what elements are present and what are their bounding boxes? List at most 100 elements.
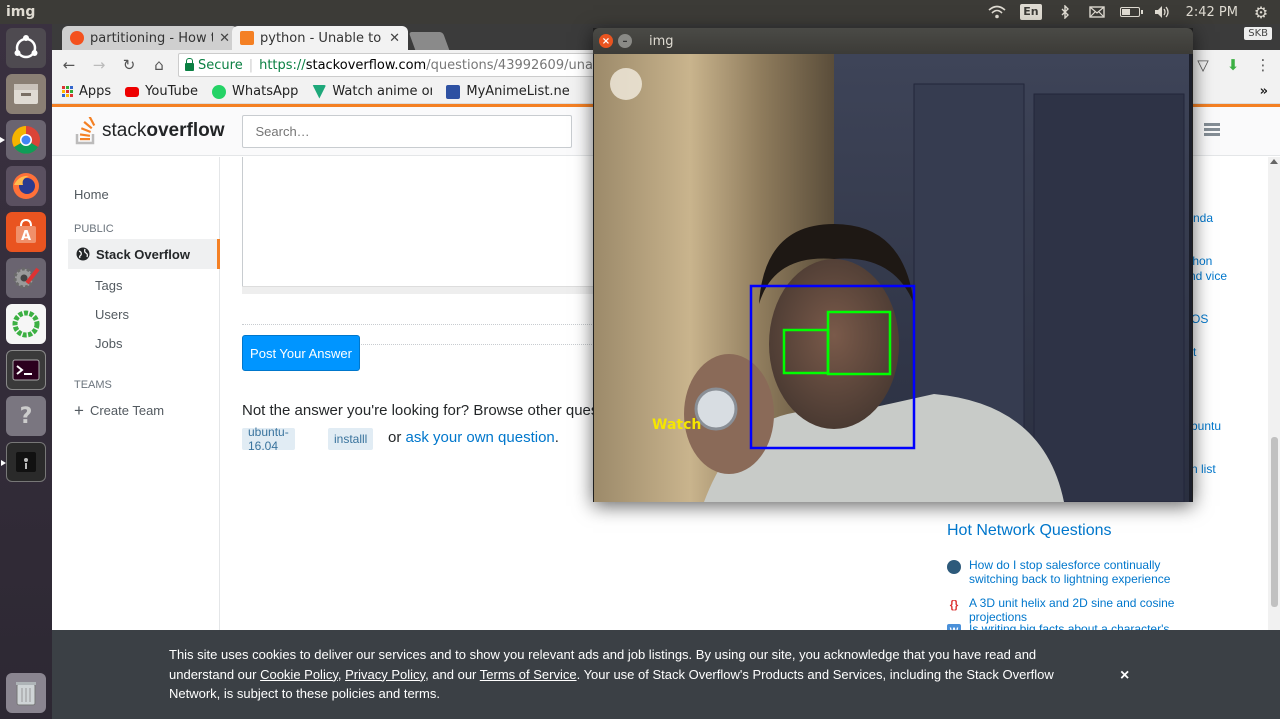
back-icon[interactable]: ← [58,54,80,76]
hnq-item: {} A 3D unit helix and 2D sine and cosin… [947,596,1237,624]
bluetooth-icon[interactable] [1056,4,1074,20]
files-icon[interactable] [6,74,46,114]
hot-network-questions-title[interactable]: Hot Network Questions [947,522,1112,540]
ask-question-line: or ask your own question. [388,429,559,446]
cookie-close-button[interactable]: × [1120,666,1129,686]
post-answer-button[interactable]: Post Your Answer [242,335,360,371]
tab-partitioning[interactable]: partitioning - How t ✕ [62,26,238,50]
scrollbar-thumb[interactable] [1271,437,1278,607]
bookmark-myanimelist[interactable]: MyAnimeList.ne [446,84,570,99]
linked-question-fragment[interactable]: buntu [1191,419,1221,433]
battery-icon[interactable] [1119,7,1143,17]
synapse-icon[interactable] [6,304,46,344]
secure-indicator[interactable]: Secure [185,57,243,73]
so-logo[interactable]: stackoverflow [74,117,224,145]
trash-icon[interactable] [6,673,46,713]
nav-users[interactable]: Users [95,307,129,322]
help-icon[interactable]: ? [6,396,46,436]
linked-question-fragment[interactable]: t [1193,345,1196,359]
plus-icon: + [74,400,84,420]
nav-jobs[interactable]: Jobs [95,336,122,351]
firefox-icon[interactable] [6,166,46,206]
whatsapp-icon [212,84,227,99]
bookmark-label: Watch anime on [332,84,433,99]
gear-icon[interactable]: ⚙ [1252,3,1270,22]
myanimelist-icon [446,84,461,99]
secure-label: Secure [198,57,243,73]
nav-create-team[interactable]: + Create Team [74,400,164,420]
logo-bold: overflow [146,120,225,141]
ask-question-link[interactable]: ask your own question [406,429,555,446]
software-center-icon[interactable]: A [6,212,46,252]
clock[interactable]: 2:42 PM [1186,5,1238,20]
mail-icon[interactable] [1088,4,1106,20]
bookmark-label: WhatsApp [232,84,299,99]
hnq-item: How do I stop salesforce continually swi… [947,558,1237,586]
img-window-titlebar[interactable]: × – img [593,28,1193,54]
volume-icon[interactable] [1154,4,1172,20]
bookmark-label: YouTube [145,84,199,99]
divider [242,324,602,325]
extension-download-icon[interactable]: ⬇ [1222,54,1244,76]
cookie-text-part: , and our [425,666,480,682]
reload-icon[interactable]: ↻ [118,54,140,76]
new-tab-button[interactable] [408,32,450,50]
chrome-menu-icon[interactable]: ⋮ [1252,54,1274,76]
url-separator: | [248,57,254,73]
wifi-icon[interactable] [988,4,1006,20]
watch-detection-label: Watch [652,417,701,433]
linked-question-fragment[interactable]: nda [1193,211,1213,225]
face-region [769,259,899,429]
active-window-title: img [6,4,36,20]
bookmark-watch-anime[interactable]: Watch anime on [312,84,432,99]
linked-question-fragment[interactable]: OS [1191,312,1208,326]
cookie-policy-link[interactable]: Cookie Policy [260,667,338,682]
webcam-frame: Watch [594,54,1192,502]
tab-close-icon[interactable]: ✕ [389,31,400,46]
tab-python[interactable]: python - Unable to u ✕ [232,26,408,50]
opencv-img-window[interactable]: × – img Watch [593,28,1193,502]
bookmarks-overflow-button[interactable]: » [1260,84,1268,99]
bookmark-whatsapp[interactable]: WhatsApp [212,84,298,99]
nav-home[interactable]: Home [74,187,109,202]
topbar-menu-icon[interactable] [1204,123,1220,141]
tab-close-icon[interactable]: ✕ [219,31,230,46]
editor-resize-grip[interactable] [242,286,602,294]
ask-period: . [554,429,559,446]
so-search-input[interactable] [242,114,573,148]
globe-icon [76,247,90,261]
or-text: or [388,429,402,446]
tag-installl[interactable]: installl [328,428,374,450]
nav-stack-overflow[interactable]: Stack Overflow [68,239,220,269]
privacy-policy-link[interactable]: Privacy Policy [345,667,425,682]
logo-regular: stack [102,120,147,141]
nav-section-public: PUBLIC [74,223,114,235]
hnq-link[interactable]: A 3D unit helix and 2D sine and cosine p… [969,596,1229,624]
terminal-icon[interactable] [6,350,46,390]
pocket-icon[interactable]: ▽ [1192,54,1214,76]
hnq-link[interactable]: How do I stop salesforce continually swi… [969,558,1209,586]
terms-of-service-link[interactable]: Terms of Service [480,667,577,682]
apps-grid-icon [62,86,73,97]
tag-ubuntu-1604[interactable]: ubuntu-16.04 [242,425,295,453]
system-settings-icon[interactable] [6,258,46,298]
nav-tags[interactable]: Tags [95,278,122,293]
home-icon[interactable]: ⌂ [148,54,170,76]
python-img-app-icon[interactable] [1,442,46,482]
answer-editor[interactable] [242,157,602,289]
so-logo-icon [75,117,96,145]
bookmark-apps[interactable]: Apps [62,84,111,99]
forward-icon[interactable]: → [88,54,110,76]
linked-question-fragment[interactable]: n list [1191,462,1216,476]
bookmark-label: Apps [79,84,112,99]
scroll-up-icon[interactable] [1270,159,1278,164]
linked-question-fragment[interactable]: nd vice [1189,269,1227,283]
profile-badge[interactable]: SKB [1244,27,1272,40]
so-logo-text: stackoverflow [102,120,224,142]
bookmark-youtube[interactable]: YouTube [125,84,198,99]
chrome-icon[interactable] [0,120,46,160]
close-window-icon[interactable]: × [599,34,613,48]
minimize-window-icon[interactable]: – [618,34,632,48]
ubuntu-dash-icon[interactable] [6,28,46,68]
keyboard-layout-indicator[interactable]: En [1020,4,1042,20]
